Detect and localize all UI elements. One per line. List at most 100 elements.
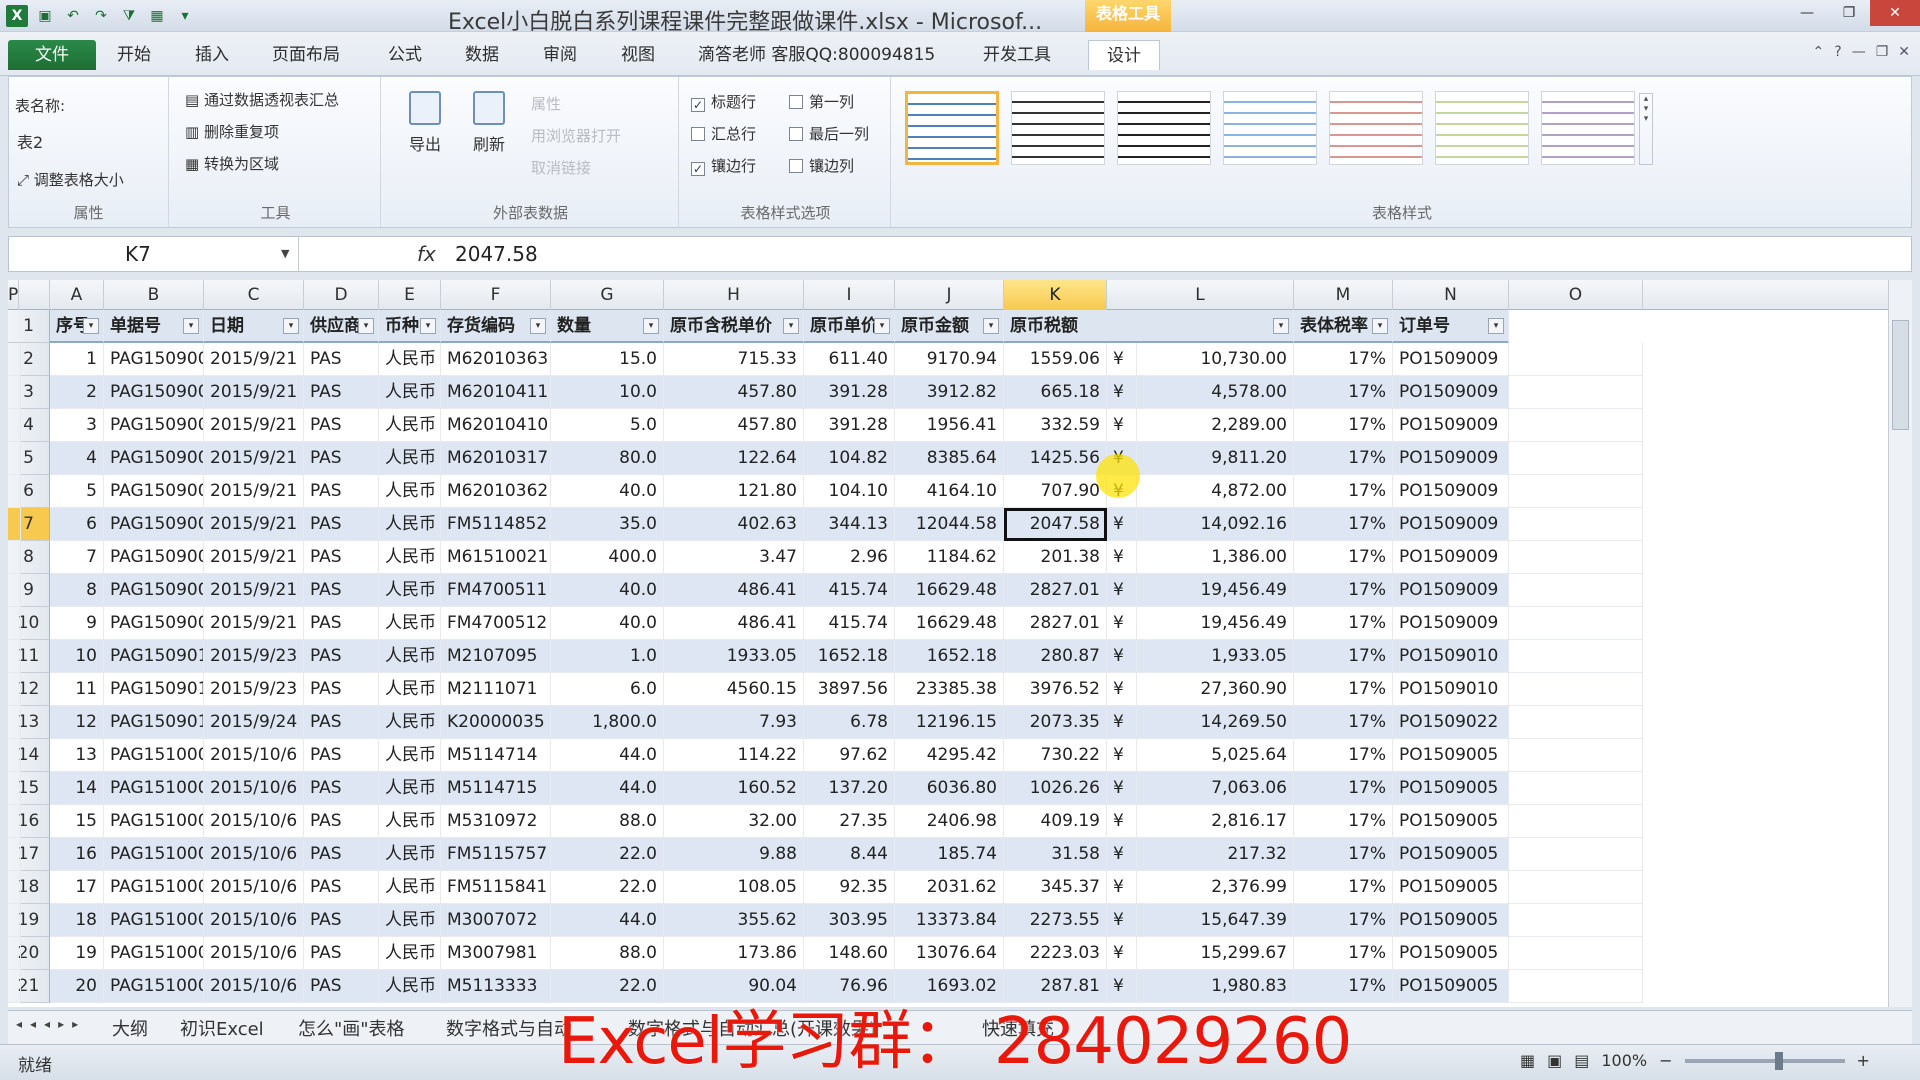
table-cell[interactable]: 4295.42: [895, 739, 1004, 772]
table-cell[interactable]: 19: [50, 937, 104, 970]
table-cell[interactable]: 1: [50, 343, 104, 376]
table-cell[interactable]: PAG1510001: [104, 937, 204, 970]
table-cell[interactable]: PO1509009: [1393, 409, 1509, 442]
table-cell[interactable]: 2,816.17: [1137, 805, 1294, 838]
zoom-slider-thumb[interactable]: [1774, 1051, 1783, 1070]
column-header-c[interactable]: C: [204, 280, 304, 310]
table-cell[interactable]: FM5115757: [441, 838, 551, 871]
table-header-cell[interactable]: 日期 ▾: [204, 310, 304, 343]
table-cell[interactable]: 486.41: [664, 574, 804, 607]
table-cell[interactable]: 17%: [1294, 508, 1393, 541]
table-cell[interactable]: 2015/10/6: [204, 805, 304, 838]
table-cell[interactable]: PAS: [304, 970, 379, 1003]
table-cell[interactable]: 201.38: [1004, 541, 1107, 574]
table-cell[interactable]: ¥: [1107, 343, 1137, 376]
tab-file[interactable]: 文件: [8, 40, 96, 70]
zoom-slider[interactable]: [1684, 1051, 1845, 1070]
table-cell[interactable]: 114.22: [664, 739, 804, 772]
table-cell[interactable]: PAG1509007: [104, 442, 204, 475]
undo-icon[interactable]: ↶: [62, 5, 84, 27]
empty-cell[interactable]: [1509, 409, 1643, 442]
table-cell[interactable]: 2015/9/21: [204, 508, 304, 541]
table-cell[interactable]: 22.0: [551, 838, 664, 871]
table-cell[interactable]: PO1509009: [1393, 343, 1509, 376]
table-cell[interactable]: PAG1510001: [104, 772, 204, 805]
table-cell[interactable]: 人民币: [379, 574, 441, 607]
table-cell[interactable]: 1,800.0: [551, 706, 664, 739]
table-cell[interactable]: 人民币: [379, 673, 441, 706]
table-cell[interactable]: PO1509005: [1393, 904, 1509, 937]
table-cell[interactable]: 1652.18: [804, 640, 895, 673]
empty-cell[interactable]: [1509, 871, 1643, 904]
table-cell[interactable]: PAS: [304, 640, 379, 673]
table-cell[interactable]: PAS: [304, 607, 379, 640]
table-cell[interactable]: PO1509005: [1393, 970, 1509, 1003]
table-cell[interactable]: 345.37: [1004, 871, 1107, 904]
table-cell[interactable]: 6: [50, 508, 104, 541]
table-cell[interactable]: 9170.94: [895, 343, 1004, 376]
save-icon[interactable]: ▣: [34, 5, 56, 27]
table-cell[interactable]: 486.41: [664, 607, 804, 640]
table-header-cell[interactable]: 供应商 ▾: [304, 310, 379, 343]
table-cell[interactable]: PAS: [304, 343, 379, 376]
table-cell[interactable]: M61510021: [441, 541, 551, 574]
table-cell[interactable]: 2015/9/24: [204, 706, 304, 739]
table-cell[interactable]: 8385.64: [895, 442, 1004, 475]
name-box[interactable]: K7: [9, 237, 299, 271]
table-cell[interactable]: PAS: [304, 574, 379, 607]
table-cell[interactable]: M5114714: [441, 739, 551, 772]
table-cell[interactable]: PAG1510001: [104, 838, 204, 871]
table-cell[interactable]: PAG1509007: [104, 376, 204, 409]
zoom-in-icon[interactable]: +: [1857, 1051, 1870, 1070]
table-cell[interactable]: M5113333: [441, 970, 551, 1003]
table-cell[interactable]: 人民币: [379, 607, 441, 640]
table-cell[interactable]: 2015/9/23: [204, 673, 304, 706]
table-cell[interactable]: 15.0: [551, 343, 664, 376]
table-cell[interactable]: 280.87: [1004, 640, 1107, 673]
table-header-cell[interactable]: 单据号 ▾: [104, 310, 204, 343]
table-cell[interactable]: PO1509010: [1393, 640, 1509, 673]
empty-cell[interactable]: [8, 607, 21, 640]
table-cell[interactable]: 6036.80: [895, 772, 1004, 805]
table-cell[interactable]: PO1509005: [1393, 838, 1509, 871]
table-cell[interactable]: 2273.55: [1004, 904, 1107, 937]
table-cell[interactable]: 88.0: [551, 805, 664, 838]
table-cell[interactable]: 19,456.49: [1137, 574, 1294, 607]
sheet-tab[interactable]: 初识Excel: [180, 1015, 264, 1041]
table-cell[interactable]: M2111071: [441, 673, 551, 706]
table-cell[interactable]: 2015/10/6: [204, 904, 304, 937]
table-cell[interactable]: 17%: [1294, 772, 1393, 805]
table-cell[interactable]: 人民币: [379, 706, 441, 739]
table-cell[interactable]: 7: [50, 541, 104, 574]
table-cell[interactable]: K20000035: [441, 706, 551, 739]
table-cell[interactable]: PAG1510001: [104, 871, 204, 904]
table-header-cell[interactable]: 数量 ▾: [551, 310, 664, 343]
table-cell[interactable]: ¥: [1107, 574, 1137, 607]
table-cell[interactable]: 2.96: [804, 541, 895, 574]
remove-duplicates-button[interactable]: ▥ 删除重复项: [185, 121, 279, 142]
table-cell[interactable]: 15: [50, 805, 104, 838]
empty-cell[interactable]: [1509, 574, 1643, 607]
table-cell[interactable]: 3912.82: [895, 376, 1004, 409]
table-cell[interactable]: 3897.56: [804, 673, 895, 706]
table-cell[interactable]: ¥: [1107, 607, 1137, 640]
empty-cell[interactable]: [1509, 772, 1643, 805]
table-cell[interactable]: M62010362: [441, 475, 551, 508]
table-cell[interactable]: 17%: [1294, 838, 1393, 871]
table-cell[interactable]: 2015/9/21: [204, 475, 304, 508]
table-cell[interactable]: PAS: [304, 376, 379, 409]
table-cell[interactable]: PAS: [304, 706, 379, 739]
table-cell[interactable]: 2015/9/21: [204, 409, 304, 442]
tab-home[interactable]: 开始: [117, 40, 151, 70]
table-cell[interactable]: M5114715: [441, 772, 551, 805]
table-cell[interactable]: PO1509009: [1393, 607, 1509, 640]
column-header-o[interactable]: O: [1509, 280, 1643, 310]
table-cell[interactable]: 1956.41: [895, 409, 1004, 442]
table-cell[interactable]: PO1509009: [1393, 376, 1509, 409]
gallery-scroll-icon[interactable]: ▴ ▾ ▾: [1639, 93, 1653, 165]
table-cell[interactable]: PAG1509007: [104, 508, 204, 541]
table-cell[interactable]: 160.52: [664, 772, 804, 805]
table-cell[interactable]: 9.88: [664, 838, 804, 871]
minimize-icon[interactable]: —: [1786, 0, 1828, 26]
table-cell[interactable]: 415.74: [804, 607, 895, 640]
